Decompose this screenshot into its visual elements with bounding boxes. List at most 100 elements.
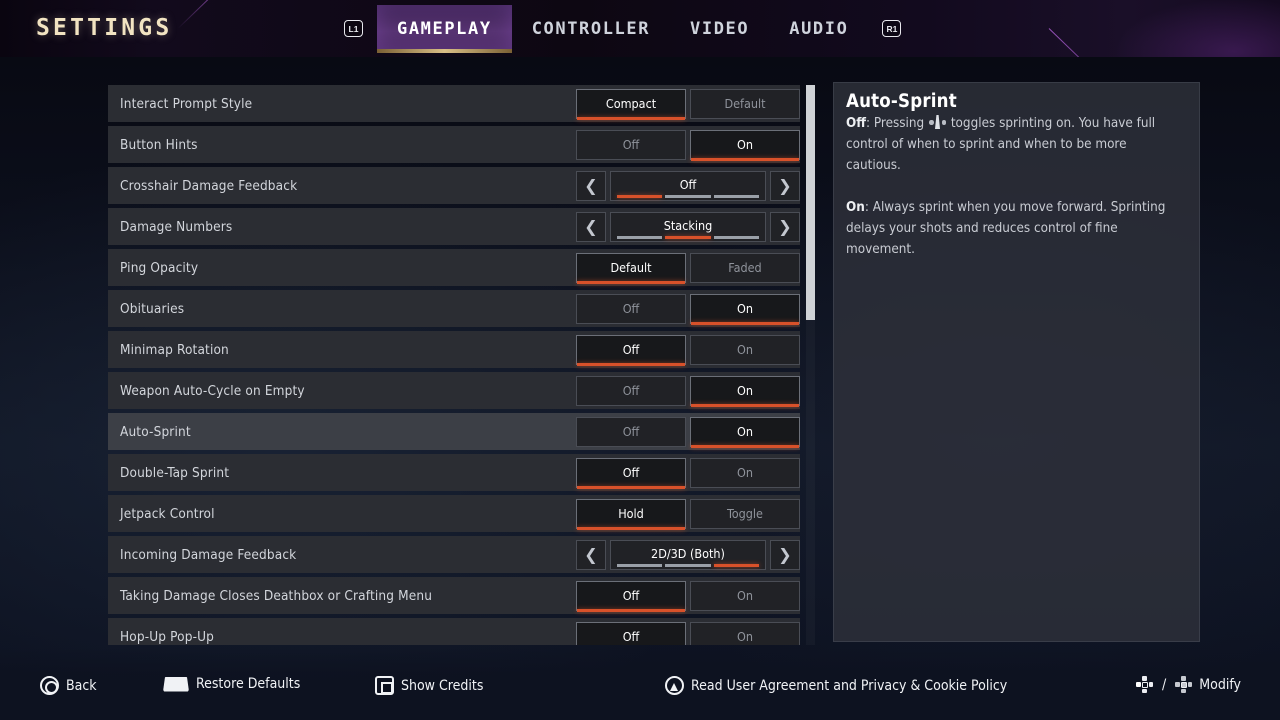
footer-action-modify[interactable]: / Modify xyxy=(1136,676,1241,693)
settings-row[interactable]: Interact Prompt Style Compact Default xyxy=(108,85,800,122)
slider-segment xyxy=(665,236,711,239)
option-button[interactable]: Off xyxy=(576,621,686,645)
footer-action-back[interactable]: Back xyxy=(40,676,97,695)
square-button-icon xyxy=(375,676,394,695)
settings-row-control: Hold Toggle xyxy=(572,495,800,532)
slider-value-label: Off xyxy=(679,176,697,192)
scrollbar-track[interactable] xyxy=(806,85,815,645)
settings-row-control: Off On xyxy=(572,331,800,368)
settings-row-label: Obituaries xyxy=(120,300,185,317)
option-button[interactable]: Off xyxy=(576,457,686,489)
slider-value-box[interactable]: Stacking xyxy=(610,211,766,242)
tab-audio[interactable]: AUDIO xyxy=(769,5,868,53)
option-button[interactable]: On xyxy=(690,416,800,448)
option-button[interactable]: Off xyxy=(576,580,686,612)
option-button[interactable]: Off xyxy=(576,293,686,324)
settings-row-label: Taking Damage Closes Deathbox or Craftin… xyxy=(120,587,433,604)
slider-value-label: 2D/3D (Both) xyxy=(651,545,725,561)
slider-segment xyxy=(665,195,711,198)
footer-action-show-credits[interactable]: Show Credits xyxy=(375,676,483,695)
settings-row[interactable]: Double-Tap Sprint Off On xyxy=(108,454,800,491)
option-button[interactable]: Compact xyxy=(576,88,686,120)
option-button[interactable]: On xyxy=(690,580,800,611)
info-panel-title: Auto-Sprint xyxy=(846,91,957,112)
slider-value-box[interactable]: 2D/3D (Both) xyxy=(610,539,766,570)
chevron-left-icon[interactable]: ❮ xyxy=(576,211,606,242)
option-button[interactable]: Default xyxy=(576,252,686,284)
settings-row-label: Damage Numbers xyxy=(120,218,233,235)
option-button[interactable]: On xyxy=(690,334,800,365)
settings-row-control: ❮ Stacking ❯ xyxy=(576,208,800,245)
slider-segment xyxy=(617,236,663,239)
slider-segment xyxy=(617,195,663,198)
tab-controller[interactable]: CONTROLLER xyxy=(512,5,670,53)
settings-row-label: Double-Tap Sprint xyxy=(120,464,230,481)
settings-row-label: Weapon Auto-Cycle on Empty xyxy=(120,382,305,399)
chevron-right-icon[interactable]: ❯ xyxy=(770,539,800,570)
option-button[interactable]: Off xyxy=(576,375,686,406)
option-button[interactable]: On xyxy=(690,375,800,407)
slider-segment xyxy=(665,564,711,567)
option-button[interactable]: Toggle xyxy=(690,498,800,529)
option-button[interactable]: On xyxy=(690,457,800,488)
settings-row[interactable]: Obituaries Off On xyxy=(108,290,800,327)
tab-video[interactable]: VIDEO xyxy=(670,5,769,53)
slider-segment xyxy=(713,564,759,567)
settings-row[interactable]: Minimap Rotation Off On xyxy=(108,331,800,368)
info-on-text: : Always sprint when you move forward. S… xyxy=(846,200,1166,257)
slider-segment xyxy=(617,564,663,567)
info-panel-off-description: Off: Pressing toggles sprinting on. You … xyxy=(846,113,1185,176)
option-button[interactable]: On xyxy=(690,129,800,161)
option-button[interactable]: On xyxy=(690,293,800,325)
slider-value-label: Stacking xyxy=(663,217,713,233)
option-button[interactable]: Faded xyxy=(690,252,800,283)
info-panel: Auto-Sprint Off: Pressing toggles sprint… xyxy=(833,82,1200,642)
settings-row-control: Compact Default xyxy=(572,85,800,122)
settings-row-control: Off On xyxy=(572,618,800,645)
slider-value-box[interactable]: Off xyxy=(610,170,766,201)
settings-row[interactable]: Weapon Auto-Cycle on Empty Off On xyxy=(108,372,800,409)
settings-row[interactable]: Crosshair Damage Feedback ❮ Off ❯ xyxy=(108,167,800,204)
bumper-r1-icon[interactable]: R1 xyxy=(882,20,902,37)
option-button[interactable]: Hold xyxy=(576,498,686,530)
footer-action-user-agreement[interactable]: Read User Agreement and Privacy & Cookie… xyxy=(665,676,1007,695)
option-button[interactable]: Default xyxy=(690,88,800,119)
chevron-right-icon[interactable]: ❯ xyxy=(770,170,800,201)
page-title: SETTINGS xyxy=(36,15,173,41)
bumper-l1-icon[interactable]: L1 xyxy=(344,20,363,37)
footer-label-user-agreement: Read User Agreement and Privacy & Cookie… xyxy=(691,677,1008,694)
option-button[interactable]: Off xyxy=(576,416,686,447)
triangle-button-icon xyxy=(665,676,684,695)
scrollbar-thumb[interactable] xyxy=(806,85,815,321)
option-button[interactable]: Off xyxy=(576,334,686,366)
settings-row-control: Off On xyxy=(572,454,800,491)
slider-segments xyxy=(617,236,759,239)
header-bar: SETTINGS L1 GAMEPLAY CONTROLLER VIDEO AU… xyxy=(0,0,1280,57)
option-button[interactable]: Off xyxy=(576,129,686,160)
settings-row-label: Auto-Sprint xyxy=(120,423,191,440)
settings-row-control: ❮ 2D/3D (Both) ❯ xyxy=(576,536,800,573)
settings-row-label: Hop-Up Pop-Up xyxy=(120,628,215,645)
footer-bar: Back Restore Defaults Show Credits Read … xyxy=(0,648,1280,720)
info-on-label: On xyxy=(846,200,865,215)
settings-row[interactable]: Button Hints Off On xyxy=(108,126,800,163)
settings-row[interactable]: Ping Opacity Default Faded xyxy=(108,249,800,286)
footer-action-restore-defaults[interactable]: Restore Defaults xyxy=(163,676,300,692)
settings-row[interactable]: Damage Numbers ❮ Stacking ❯ xyxy=(108,208,800,245)
slider-control: ❮ Off ❯ xyxy=(576,170,800,201)
settings-row[interactable]: Jetpack Control Hold Toggle xyxy=(108,495,800,532)
chevron-left-icon[interactable]: ❮ xyxy=(576,539,606,570)
chevron-left-icon[interactable]: ❮ xyxy=(576,170,606,201)
dpad-left-icon xyxy=(1136,676,1153,693)
slider-segments xyxy=(617,564,759,567)
tab-gameplay[interactable]: GAMEPLAY xyxy=(377,4,512,53)
settings-row-label: Jetpack Control xyxy=(120,505,215,522)
header-glow xyxy=(1050,0,1280,57)
settings-row[interactable]: Incoming Damage Feedback ❮ 2D/3D (Both) ❯ xyxy=(108,536,800,573)
left-stick-icon xyxy=(929,115,947,130)
settings-row[interactable]: Auto-Sprint Off On xyxy=(108,413,800,450)
settings-row[interactable]: Taking Damage Closes Deathbox or Craftin… xyxy=(108,577,800,614)
chevron-right-icon[interactable]: ❯ xyxy=(770,211,800,242)
settings-row[interactable]: Hop-Up Pop-Up Off On xyxy=(108,618,800,645)
option-button[interactable]: On xyxy=(690,621,800,645)
